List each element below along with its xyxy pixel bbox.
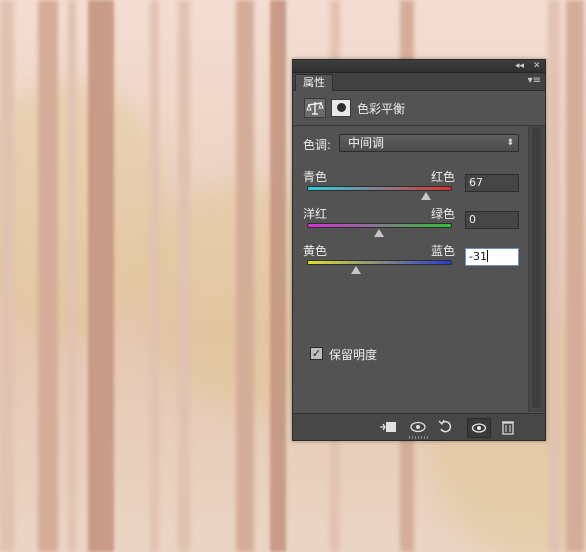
magenta-green-slider-track[interactable] xyxy=(307,223,452,228)
slider-magenta-label: 洋红 xyxy=(303,207,328,221)
view-previous-state-icon[interactable] xyxy=(407,418,429,436)
tree-trunk xyxy=(38,0,58,552)
eye-swap-icon-graphic xyxy=(410,421,426,433)
tree-trunk xyxy=(150,0,159,552)
yellow-blue-slider-thumb[interactable] xyxy=(351,266,362,274)
tree-trunk xyxy=(270,0,286,552)
tree-trunk xyxy=(0,0,14,552)
panel-bottom-toolbar xyxy=(293,413,545,440)
slider-blue-label: 蓝色 xyxy=(431,244,456,258)
magenta-green-slider-thumb[interactable] xyxy=(373,229,384,237)
cyan-red-slider-track[interactable] xyxy=(307,186,452,191)
balance-scale-icon xyxy=(306,101,324,115)
properties-panel: ◂◂ ✕ 属性 ▾≡ 色彩平衡 色调: 中间调 ⬍ 青色 红色 67 洋红 绿色… xyxy=(292,59,546,441)
yellow-blue-slider-track[interactable] xyxy=(307,260,452,265)
tree-trunk xyxy=(236,0,254,552)
cyan-red-value-field[interactable]: 67 xyxy=(465,174,519,192)
chevron-updown-icon: ⬍ xyxy=(506,138,514,148)
panel-tab-row: 属性 ▾≡ xyxy=(293,73,545,91)
panel-menu-icon[interactable]: ▾≡ xyxy=(528,75,541,87)
trash-icon[interactable] xyxy=(497,418,519,436)
color-balance-icon[interactable] xyxy=(304,98,326,118)
magenta-green-value-field[interactable]: 0 xyxy=(465,211,519,229)
forest-background: ◂◂ ✕ 属性 ▾≡ 色彩平衡 色调: 中间调 ⬍ 青色 红色 67 洋红 绿色… xyxy=(0,0,586,552)
preserve-luminosity-checkbox[interactable]: ✓ xyxy=(310,347,323,360)
slider-red-label: 红色 xyxy=(431,170,456,184)
adjustment-controls: 色调: 中间调 ⬍ 青色 红色 67 洋红 绿色 0 黄色 蓝色 -31 ✓ 保… xyxy=(293,126,527,412)
slider-cyan-label: 青色 xyxy=(303,170,328,184)
tree-trunk xyxy=(88,0,114,552)
eye-icon-graphic xyxy=(471,423,487,433)
adjustment-title: 色彩平衡 xyxy=(357,102,406,116)
tone-label: 色调: xyxy=(303,138,332,152)
text-caret xyxy=(486,250,488,262)
collapse-icon[interactable]: ◂◂ xyxy=(515,60,524,72)
close-icon[interactable]: ✕ xyxy=(533,60,541,72)
tab-properties[interactable]: 属性 xyxy=(295,74,333,91)
slider-green-label: 绿色 xyxy=(431,207,456,221)
adjustment-header: 色彩平衡 xyxy=(293,91,545,126)
reset-icon-graphic xyxy=(438,419,452,433)
trash-icon-graphic xyxy=(502,421,514,435)
reset-icon[interactable] xyxy=(435,418,457,436)
tree-trunk xyxy=(548,0,560,552)
tone-dropdown[interactable]: 中间调 ⬍ xyxy=(339,134,519,152)
panel-scrollbar[interactable] xyxy=(528,126,545,412)
clip-to-layer-icon[interactable] xyxy=(377,418,399,436)
cyan-red-slider-thumb[interactable] xyxy=(421,192,432,200)
yellow-blue-value-field[interactable]: -31 xyxy=(465,248,519,266)
panel-titlebar[interactable]: ◂◂ ✕ xyxy=(293,60,545,73)
tree-trunk xyxy=(178,0,190,552)
yellow-blue-value-text: -31 xyxy=(469,250,487,263)
clip-icon-graphic xyxy=(380,422,396,432)
layer-mask-icon[interactable] xyxy=(331,99,351,117)
resize-grip[interactable] xyxy=(409,436,429,439)
tone-selected-value: 中间调 xyxy=(348,136,385,150)
slider-yellow-label: 黄色 xyxy=(303,244,328,258)
tree-trunk xyxy=(566,0,584,552)
visibility-eye-icon[interactable] xyxy=(467,418,491,438)
preserve-luminosity-label: 保留明度 xyxy=(329,348,378,362)
tree-trunk xyxy=(68,0,76,552)
